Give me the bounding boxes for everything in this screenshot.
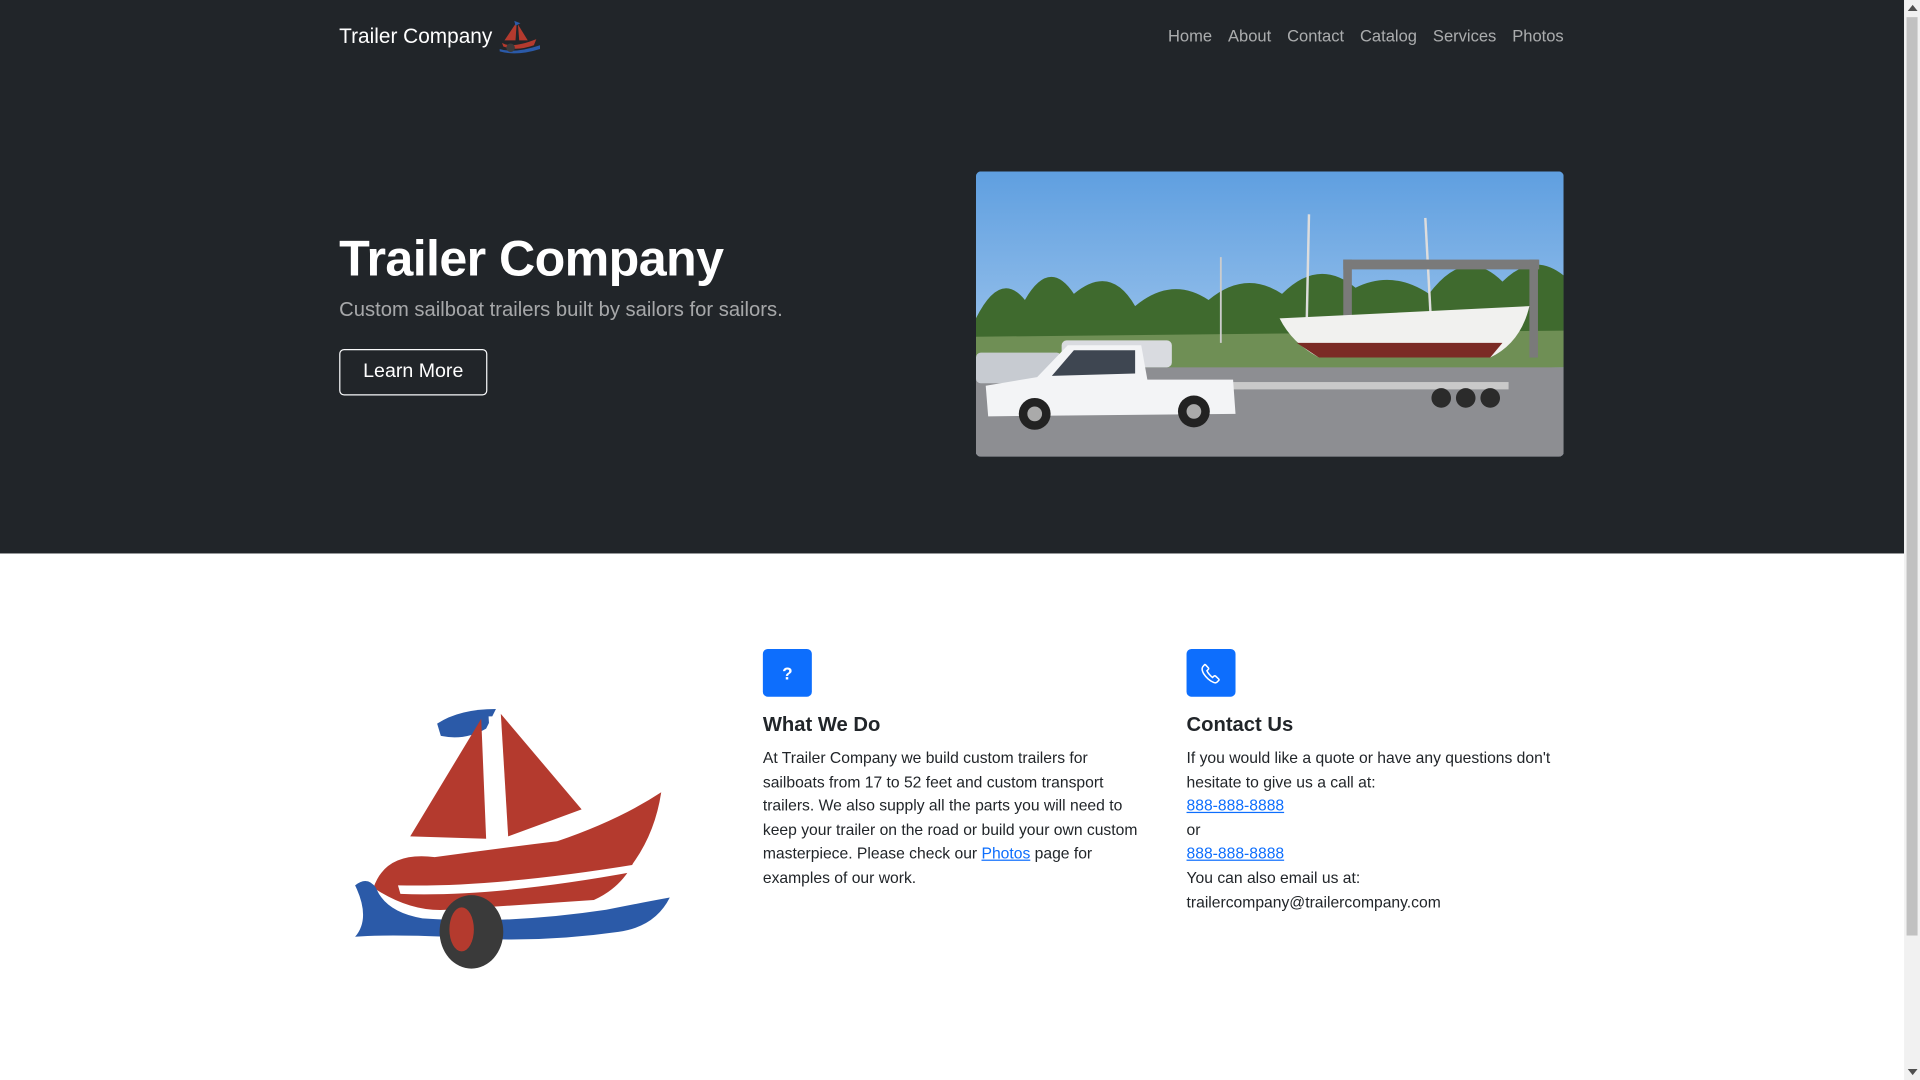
email-address: trailercompany@trailercompany.com (1186, 892, 1441, 911)
question-icon: ? (762, 648, 812, 697)
photos-link[interactable]: Photos (981, 844, 1030, 862)
nav-photos[interactable]: Photos (1512, 27, 1563, 45)
phone-icon (1186, 648, 1236, 697)
brand-link[interactable]: Trailer Company (339, 20, 541, 54)
contact-us-text: If you would like a quote or have any qu… (1187, 746, 1569, 914)
nav-home[interactable]: Home (1168, 27, 1212, 45)
phone-link-1[interactable]: 888-888-8888 (1187, 796, 1285, 814)
sailboat-on-trailer-photo (975, 171, 1564, 457)
brand-name: Trailer Company (339, 24, 493, 48)
page-scrollbar[interactable] (1904, 0, 1920, 1080)
main-nav: Home About Contact Catalog Services Phot… (1168, 27, 1564, 45)
nav-about[interactable]: About (1228, 27, 1271, 45)
phone-link-2[interactable]: 888-888-8888 (1187, 844, 1285, 862)
scrollbar-thumb[interactable] (1906, 17, 1918, 936)
hero-title: Trailer Company (339, 230, 724, 287)
learn-more-button[interactable]: Learn More (339, 348, 488, 396)
phone-glyph (1201, 663, 1220, 683)
email-label: You can also email us at: (1186, 868, 1361, 887)
hero-subtitle: Custom sailboat trailers built by sailor… (339, 298, 783, 321)
contact-or: or (1186, 820, 1201, 839)
hero-section: Trailer Company Home About Contact Catal… (0, 0, 1905, 554)
company-logo (349, 704, 680, 973)
what-we-do-text: At Trailer Company we build custom trail… (763, 746, 1140, 890)
nav-services[interactable]: Services (1433, 27, 1496, 45)
brand-logo-icon (499, 20, 541, 54)
scroll-down-arrow-icon[interactable] (1907, 1068, 1918, 1076)
nav-contact[interactable]: Contact (1287, 27, 1344, 45)
contact-us-title: Contact Us (1186, 713, 1294, 736)
what-we-do-title: What We Do (762, 713, 881, 736)
page: Trailer Company Home About Contact Catal… (0, 0, 1920, 1080)
nav-catalog[interactable]: Catalog (1360, 27, 1417, 45)
scroll-up-arrow-icon[interactable] (1907, 4, 1918, 12)
sailboat-trailer-logo-icon (355, 708, 670, 969)
hero-image (975, 171, 1564, 457)
contact-intro: If you would like a quote or have any qu… (1186, 748, 1551, 791)
